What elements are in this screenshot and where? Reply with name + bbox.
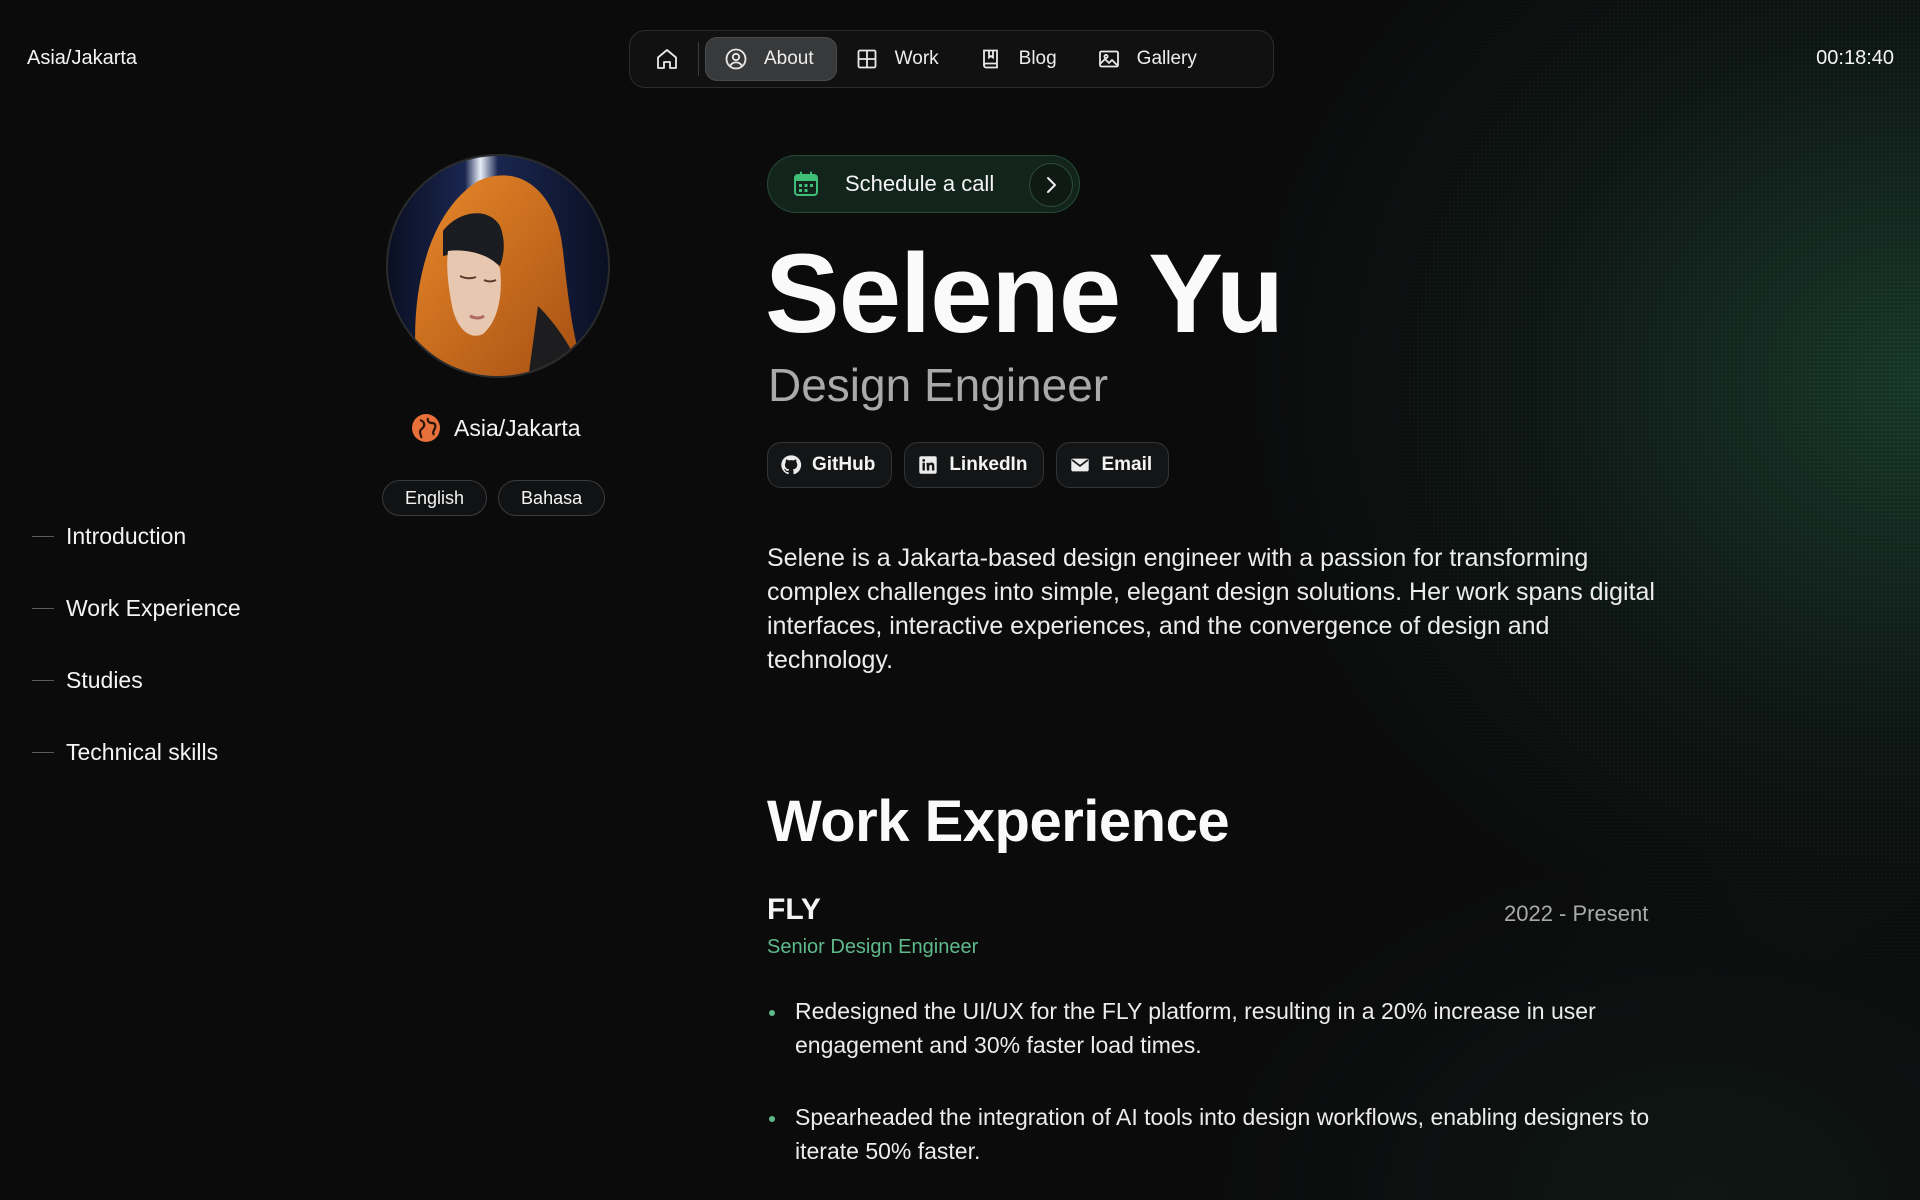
work-experience-heading: Work Experience [767,789,1230,854]
linkedin-icon [919,456,938,474]
header-clock: 00:18:40 [1816,47,1894,69]
nav-label: Gallery [1136,48,1197,69]
intro-paragraph: Selene is a Jakarta-based design enginee… [767,544,1655,674]
language-tag-english: English [382,480,488,516]
avatar-portrait [415,175,587,376]
toc-line [32,607,54,609]
image-icon [1098,50,1119,68]
social-label: GitHub [812,454,876,475]
user-circle-icon [725,48,747,70]
chevron-right-icon [1029,163,1073,207]
toc-line [32,535,54,537]
mail-icon [1071,458,1090,472]
job-achievements: Redesigned the UI/UX for the FLY platfor… [767,994,1687,1200]
nav-item-blog[interactable]: Blog [961,37,1079,81]
nav-item-gallery[interactable]: Gallery [1079,37,1219,81]
social-links: GitHub LinkedIn Email [767,442,1170,488]
toc-item-work-experience[interactable]: Work Experience [32,572,241,644]
list-item: Redesigned the UI/UX for the FLY platfor… [767,994,1687,1062]
table-of-contents: Introduction Work Experience Studies Tec… [32,500,241,788]
grid-icon [857,49,877,69]
globe-icon [412,414,440,442]
nav-label: Blog [1018,48,1057,69]
toc-label: Technical skills [66,738,219,765]
toc-item-technical-skills[interactable]: Technical skills [32,716,241,788]
profile-name: Selene Yu [765,231,1284,356]
location-label: Asia/Jakarta [454,414,581,441]
calendar-icon [794,171,818,196]
home-icon [657,49,677,69]
linkedin-button[interactable]: LinkedIn [904,442,1045,488]
profile-role: Design Engineer [768,359,1109,411]
toc-item-studies[interactable]: Studies [32,644,241,716]
nav-label: About [764,48,814,69]
home-button[interactable] [638,37,696,81]
nav-label: Work [894,48,939,69]
toc-item-introduction[interactable]: Introduction [32,500,241,572]
github-button[interactable]: GitHub [767,442,893,488]
email-button[interactable]: Email [1056,442,1170,488]
toc-line [32,679,54,681]
nav-item-about[interactable]: About [705,37,837,81]
github-icon [781,455,802,475]
book-icon [982,49,998,69]
toc-label: Work Experience [66,594,241,621]
toc-label: Introduction [66,522,187,549]
profile-location: Asia/Jakarta [412,414,581,442]
job-title: Senior Design Engineer [767,936,979,958]
nav-divider [698,42,699,76]
schedule-call-label: Schedule a call [845,171,995,196]
avatar [386,154,610,378]
job-period: 2022 - Present [1504,901,1649,926]
top-nav: About Work Blog Gallery [629,30,1274,88]
nav-item-work[interactable]: Work [837,37,961,81]
list-item: Spearheaded the integration of AI tools … [767,1100,1687,1168]
language-tag-bahasa: Bahasa [498,480,606,516]
schedule-call-button[interactable]: Schedule a call [767,155,1080,213]
toc-line [32,751,54,753]
social-label: Email [1101,454,1153,475]
language-tags: English Bahasa [382,480,606,516]
header-timezone: Asia/Jakarta [27,47,138,69]
social-label: LinkedIn [949,454,1028,475]
toc-label: Studies [66,666,143,693]
job-company: FLY [767,893,821,926]
